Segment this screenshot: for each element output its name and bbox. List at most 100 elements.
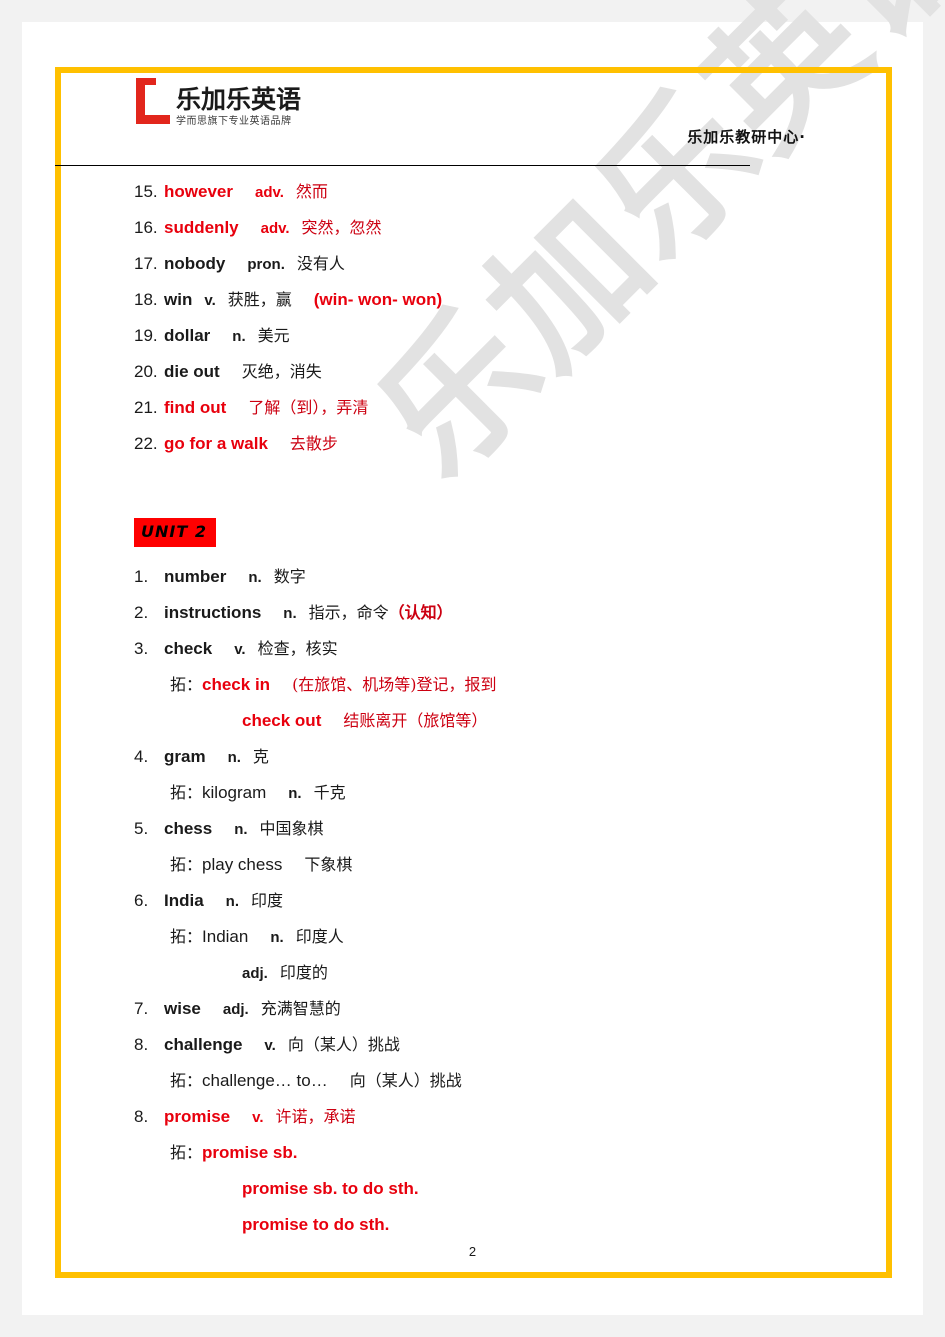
subentry-prefix: 拓： [170, 783, 203, 802]
subentry-word: promise sb. to do sth. [242, 1179, 419, 1198]
subentry-word: challenge… to… [202, 1071, 328, 1090]
entry-meaning: 没有人 [296, 254, 345, 273]
entry-number: 18. [134, 290, 158, 309]
subentry-meaning: 向（某人）挑战 [349, 1071, 462, 1090]
entry-pos: n. [227, 749, 241, 766]
entry-meaning: 充满智慧的 [260, 999, 341, 1018]
entry-word: promise [164, 1107, 231, 1126]
header-divider [55, 165, 750, 166]
entry-word: challenge [164, 1035, 243, 1054]
vocab-subentry: 拓：Indian n. 印度人 [134, 919, 854, 955]
entry-pos: n. [248, 569, 262, 586]
entry-number: 4. [134, 747, 149, 766]
vocab-entry: 4. gram n. 克 [134, 739, 854, 775]
entry-meaning: 突然，忽然 [301, 218, 382, 237]
document-header: 乐加乐英语 学而思旗下专业英语品牌 乐加乐教研中心· [134, 70, 834, 162]
vocab-entry: 18. win v. 获胜，赢 (win- won- won) [134, 282, 854, 318]
entry-pos: pron. [247, 256, 285, 273]
vocab-entry: 3. check v. 检查，核实 [134, 631, 854, 667]
vocab-subentry: promise sb. to do sth. [134, 1171, 854, 1207]
vocab-entry: 22. go for a walk 去散步 [134, 426, 854, 462]
entry-number: 15. [134, 182, 158, 201]
entry-number: 3. [134, 639, 149, 658]
subentry-word: check in [202, 675, 271, 694]
entry-number: 6. [134, 891, 149, 910]
entry-meaning: 美元 [257, 326, 290, 345]
vocab-subentry: 拓：challenge… to… 向（某人）挑战 [134, 1063, 854, 1099]
entry-meaning: 去散步 [289, 434, 338, 453]
entry-word: dollar [164, 326, 211, 345]
entry-verb-forms: (win- won- won) [313, 290, 443, 309]
entry-number: 17. [134, 254, 158, 273]
subentry-prefix: 拓： [170, 855, 203, 874]
vocab-entry: 16. suddenly adv. 突然，忽然 [134, 210, 854, 246]
vocab-entry: 19. dollar n. 美元 [134, 318, 854, 354]
entry-pos: adv. [260, 220, 290, 237]
subentry-meaning: 结账离开（旅馆等） [343, 711, 488, 730]
vocab-entry: 6. India n. 印度 [134, 883, 854, 919]
unit-heading-row: UNIT 2 [134, 518, 854, 559]
entry-pos: v. [204, 292, 216, 309]
entry-number: 7. [134, 999, 149, 1018]
entry-word: check [164, 639, 213, 658]
entry-pos: n. [232, 328, 246, 345]
subentry-word: Indian [202, 927, 249, 946]
entry-meaning: 然而 [295, 182, 328, 201]
entry-word: however [164, 182, 233, 201]
entry-meaning: 指示，命令 [308, 603, 389, 622]
entry-number: 5. [134, 819, 149, 838]
unit-badge: UNIT 2 [134, 518, 216, 547]
subentry-meaning: 千克 [313, 783, 346, 802]
entry-pos: v. [264, 1037, 276, 1054]
subentry-word: kilogram [202, 783, 267, 802]
entry-number: 22. [134, 434, 158, 453]
subentry-prefix: 拓： [170, 675, 203, 694]
entry-meaning: 印度 [251, 891, 284, 910]
entry-word: die out [164, 362, 220, 381]
vocabulary-list: 15. however adv. 然而 16. suddenly adv. 突然，忽然 17… [134, 174, 854, 1243]
entry-pos: adv. [254, 184, 284, 201]
vocab-subentry: 拓：kilogram n. 千克 [134, 775, 854, 811]
subentry-word: check out [242, 711, 322, 730]
entry-meaning: 向（某人）挑战 [287, 1035, 400, 1054]
vocab-subentry: check out 结账离开（旅馆等） [134, 703, 854, 739]
entry-pos: v. [252, 1109, 264, 1126]
entry-word: nobody [164, 254, 226, 273]
entry-word: India [164, 891, 204, 910]
vocab-entry: 1. number n. 数字 [134, 559, 854, 595]
subentry-meaning: 下象棋 [304, 855, 353, 874]
entry-meaning: 获胜，赢 [227, 290, 292, 309]
vocab-entry: 8. promise v. 许诺，承诺 [134, 1099, 854, 1135]
subentry-prefix: 拓： [170, 927, 203, 946]
entry-meaning: 许诺，承诺 [275, 1107, 356, 1126]
subentry-prefix: 拓： [170, 1143, 203, 1162]
vocab-subentry: 拓：play chess 下象棋 [134, 847, 854, 883]
entry-meaning: 了解（到），弄清 [248, 398, 369, 417]
vocab-entry: 17. nobody pron. 没有人 [134, 246, 854, 282]
entry-word: go for a walk [164, 434, 268, 453]
entry-meaning: 中国象棋 [259, 819, 324, 838]
page-number: 2 [468, 1244, 477, 1259]
subentry-meaning: 印度人 [295, 927, 344, 946]
subentry-pos: n. [288, 785, 302, 802]
entry-word: find out [164, 398, 227, 417]
entry-pos: v. [234, 641, 246, 658]
entry-meaning: 克 [252, 747, 269, 766]
vocab-entry: 20. die out 灭绝，消失 [134, 354, 854, 390]
vocab-entry: 15. however adv. 然而 [134, 174, 854, 210]
vocab-entry: 2. instructions n. 指示，命令（认知） [134, 595, 854, 631]
entry-word: gram [164, 747, 206, 766]
subentry-pos: adj. [242, 965, 268, 982]
entry-word: chess [164, 819, 213, 838]
entry-meaning-note: （认知） [388, 603, 453, 622]
entry-pos: n. [234, 821, 248, 838]
entry-pos: n. [283, 605, 297, 622]
entry-meaning: 灭绝，消失 [241, 362, 322, 381]
entry-number: 1. [134, 567, 149, 586]
subentry-pos: n. [270, 929, 284, 946]
logo-brand-name: 乐加乐英语 [176, 85, 302, 114]
entry-word: wise [164, 999, 201, 1018]
vocab-entry: 21. find out 了解（到），弄清 [134, 390, 854, 426]
entry-number: 8. [134, 1107, 149, 1126]
entry-pos: n. [225, 893, 240, 910]
